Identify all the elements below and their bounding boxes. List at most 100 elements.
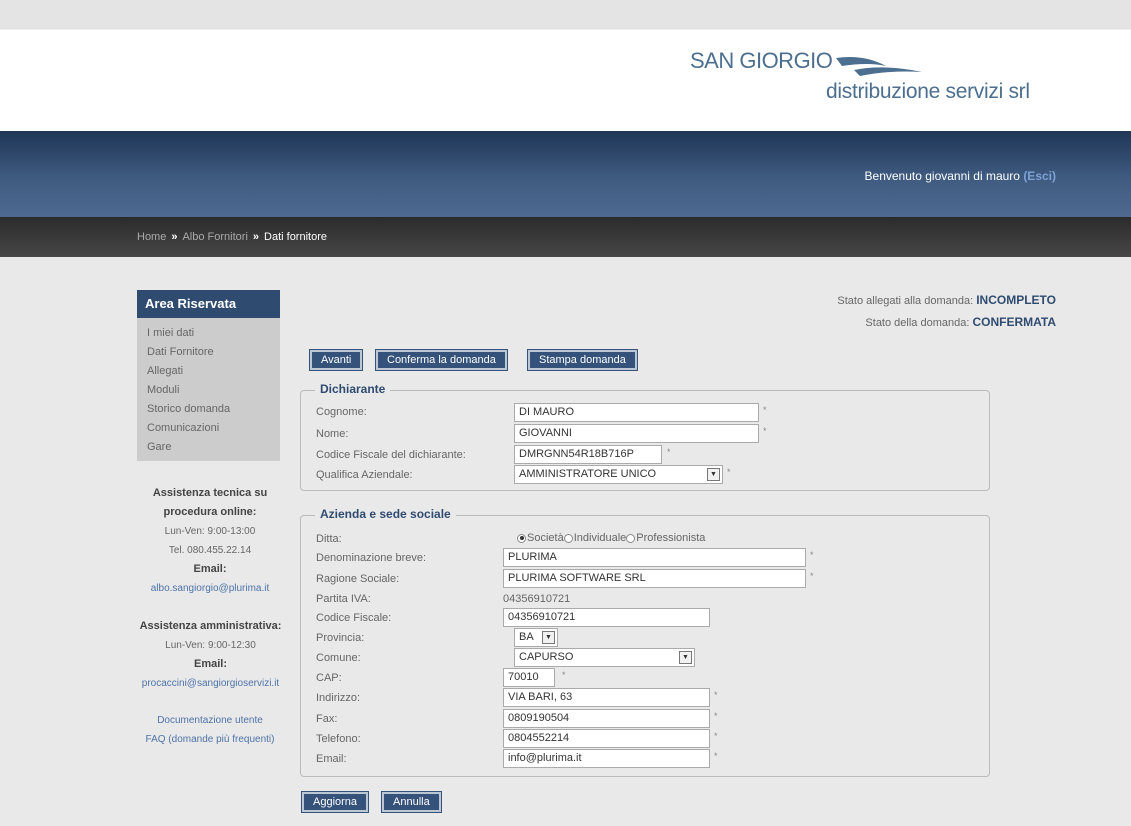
application-status-label: Stato della domanda: [865, 317, 970, 329]
email-field[interactable]: info@plurima.it [503, 749, 710, 768]
ditta-professionista-radio[interactable] [626, 533, 636, 543]
tech-assistance-block: Assistenza tecnica su procedura online: … [135, 484, 285, 598]
codice-fiscale-label: Codice Fiscale: [316, 612, 392, 624]
breadcrumb-home[interactable]: Home [137, 231, 166, 243]
required-mark: * [714, 690, 718, 700]
cognome-label: Cognome: [316, 406, 367, 418]
sidebar-item-dati-fornitore[interactable]: Dati Fornitore [147, 343, 270, 362]
required-mark: * [714, 711, 718, 721]
attachments-status-value: INCOMPLETO [976, 293, 1056, 307]
partita-iva-label: Partita IVA: [316, 593, 371, 605]
ditta-individuale-radio[interactable] [563, 533, 573, 543]
cancel-button[interactable]: Annulla [381, 791, 442, 813]
required-mark: * [714, 751, 718, 761]
breadcrumb: Home » Albo Fornitori » Dati fornitore [137, 231, 327, 243]
azienda-legend: Azienda e sede sociale [315, 507, 456, 521]
brand-name: SAN GIORGIO [690, 48, 833, 73]
required-mark: * [727, 467, 731, 477]
denominazione-label: Denominazione breve: [316, 552, 427, 564]
tech-assistance-subtitle: procedura online: [163, 506, 257, 518]
admin-assistance-hours: Lun-Ven: 9:00-12:30 [165, 640, 256, 651]
tech-assistance-title: Assistenza tecnica su [152, 487, 268, 499]
comune-label: Comune: [316, 652, 361, 664]
partita-iva-value: 04356910721 [503, 593, 571, 605]
ditta-radio-group: Società Individuale Professionista [517, 532, 705, 544]
brand-tagline: distribuzione servizi srl [826, 80, 1030, 103]
provincia-select[interactable]: BA ▼ [514, 628, 558, 647]
sidebar-item-allegati[interactable]: Allegati [147, 362, 270, 381]
ditta-societa-label: Società [527, 532, 564, 544]
qualifica-aziendale-label: Qualifica Aziendale: [316, 469, 413, 481]
tech-assistance-email-link[interactable]: albo.sangiorgio@plurima.it [151, 583, 270, 594]
print-application-button[interactable]: Stampa domanda [527, 349, 638, 371]
required-mark: * [763, 405, 767, 415]
top-strip [0, 0, 1131, 30]
attachments-status-label: Stato allegati alla domanda: [837, 295, 974, 307]
comune-value: CAPURSO [519, 651, 574, 663]
provincia-label: Provincia: [316, 632, 365, 644]
logout-link[interactable]: (Esci) [1023, 169, 1056, 183]
comune-select[interactable]: CAPURSO ▼ [514, 648, 695, 667]
ditta-label: Ditta: [316, 533, 342, 545]
cap-field[interactable]: 70010 [503, 668, 555, 687]
user-docs-link[interactable]: Documentazione utente [157, 715, 263, 726]
required-mark: * [810, 571, 814, 581]
cap-label: CAP: [316, 672, 342, 684]
nome-label: Nome: [316, 428, 349, 440]
email-label: Email: [316, 753, 347, 765]
sidebar-item-comunicazioni[interactable]: Comunicazioni [147, 419, 270, 438]
required-mark: * [667, 447, 671, 457]
breadcrumb-current: Dati fornitore [264, 231, 327, 243]
welcome-text: Benvenuto giovanni di mauro [864, 169, 1020, 183]
qualifica-aziendale-select[interactable]: AMMINISTRATORE UNICO ▼ [514, 465, 723, 484]
cognome-field[interactable]: DI MAURO [514, 403, 759, 422]
help-links: Documentazione utente FAQ (domande più f… [135, 711, 285, 749]
provincia-value: BA [519, 631, 534, 643]
chevron-down-icon: ▼ [679, 651, 692, 664]
nome-field[interactable]: GIOVANNI [514, 424, 759, 443]
tech-assistance-email-label: Email: [193, 563, 227, 575]
update-button[interactable]: Aggiorna [300, 791, 370, 813]
logo-area: SAN GIORGIO distribuzione servizi srl [0, 30, 1131, 131]
chevron-down-icon: ▼ [707, 468, 720, 481]
required-mark: * [763, 426, 767, 436]
sidebar-item-miei-dati[interactable]: I miei dati [147, 324, 270, 343]
sidebar-title: Area Riservata [137, 290, 280, 318]
faq-link[interactable]: FAQ (domande più frequenti) [146, 734, 275, 745]
admin-assistance-title: Assistenza amministrativa: [139, 620, 282, 632]
fax-label: Fax: [316, 713, 338, 725]
breadcrumb-bar: Home » Albo Fornitori » Dati fornitore [0, 217, 1131, 257]
sidebar-item-moduli[interactable]: Moduli [147, 381, 270, 400]
sidebar-item-gare[interactable]: Gare [147, 438, 270, 457]
ragione-sociale-label: Ragione Sociale: [316, 573, 400, 585]
application-status-value: CONFERMATA [972, 315, 1056, 329]
sidebar: Area Riservata I miei dati Dati Fornitor… [137, 290, 280, 461]
required-mark: * [810, 550, 814, 560]
admin-assistance-block: Assistenza amministrativa: Lun-Ven: 9:00… [133, 617, 288, 693]
indirizzo-field[interactable]: VIA BARI, 63 [503, 688, 710, 707]
telefono-field[interactable]: 0804552214 [503, 729, 710, 748]
dichiarante-legend: Dichiarante [315, 382, 391, 396]
fax-field[interactable]: 0809190504 [503, 709, 710, 728]
denominazione-field[interactable]: PLURIMA [503, 548, 806, 567]
sidebar-item-storico-domanda[interactable]: Storico domanda [147, 400, 270, 419]
ragione-sociale-field[interactable]: PLURIMA SOFTWARE SRL [503, 569, 806, 588]
admin-assistance-email-link[interactable]: procaccini@sangiorgioservizi.it [142, 678, 279, 689]
header-band: Benvenuto giovanni di mauro (Esci) [0, 131, 1131, 217]
next-button[interactable]: Avanti [308, 349, 364, 371]
admin-assistance-email-label: Email: [193, 658, 227, 670]
telefono-label: Telefono: [316, 733, 361, 745]
breadcrumb-albo[interactable]: Albo Fornitori [182, 231, 247, 243]
ditta-societa-radio[interactable] [517, 533, 526, 543]
application-status: Stato allegati alla domanda: INCOMPLETO … [837, 290, 1056, 334]
confirm-application-button[interactable]: Conferma la domanda [375, 349, 508, 371]
codice-fiscale-field[interactable]: 04356910721 [503, 608, 710, 627]
ditta-professionista-label: Professionista [636, 532, 706, 544]
breadcrumb-separator: » [171, 231, 178, 243]
sidebar-menu: I miei dati Dati Fornitore Allegati Modu… [137, 318, 280, 461]
required-mark: * [562, 670, 566, 680]
welcome-message: Benvenuto giovanni di mauro (Esci) [865, 169, 1056, 183]
tech-assistance-phone: Tel. 080.455.22.14 [168, 545, 252, 556]
tech-assistance-hours: Lun-Ven: 9:00-13:00 [164, 526, 256, 537]
codice-fiscale-dichiarante-field[interactable]: DMRGNN54R18B716P [514, 445, 662, 464]
